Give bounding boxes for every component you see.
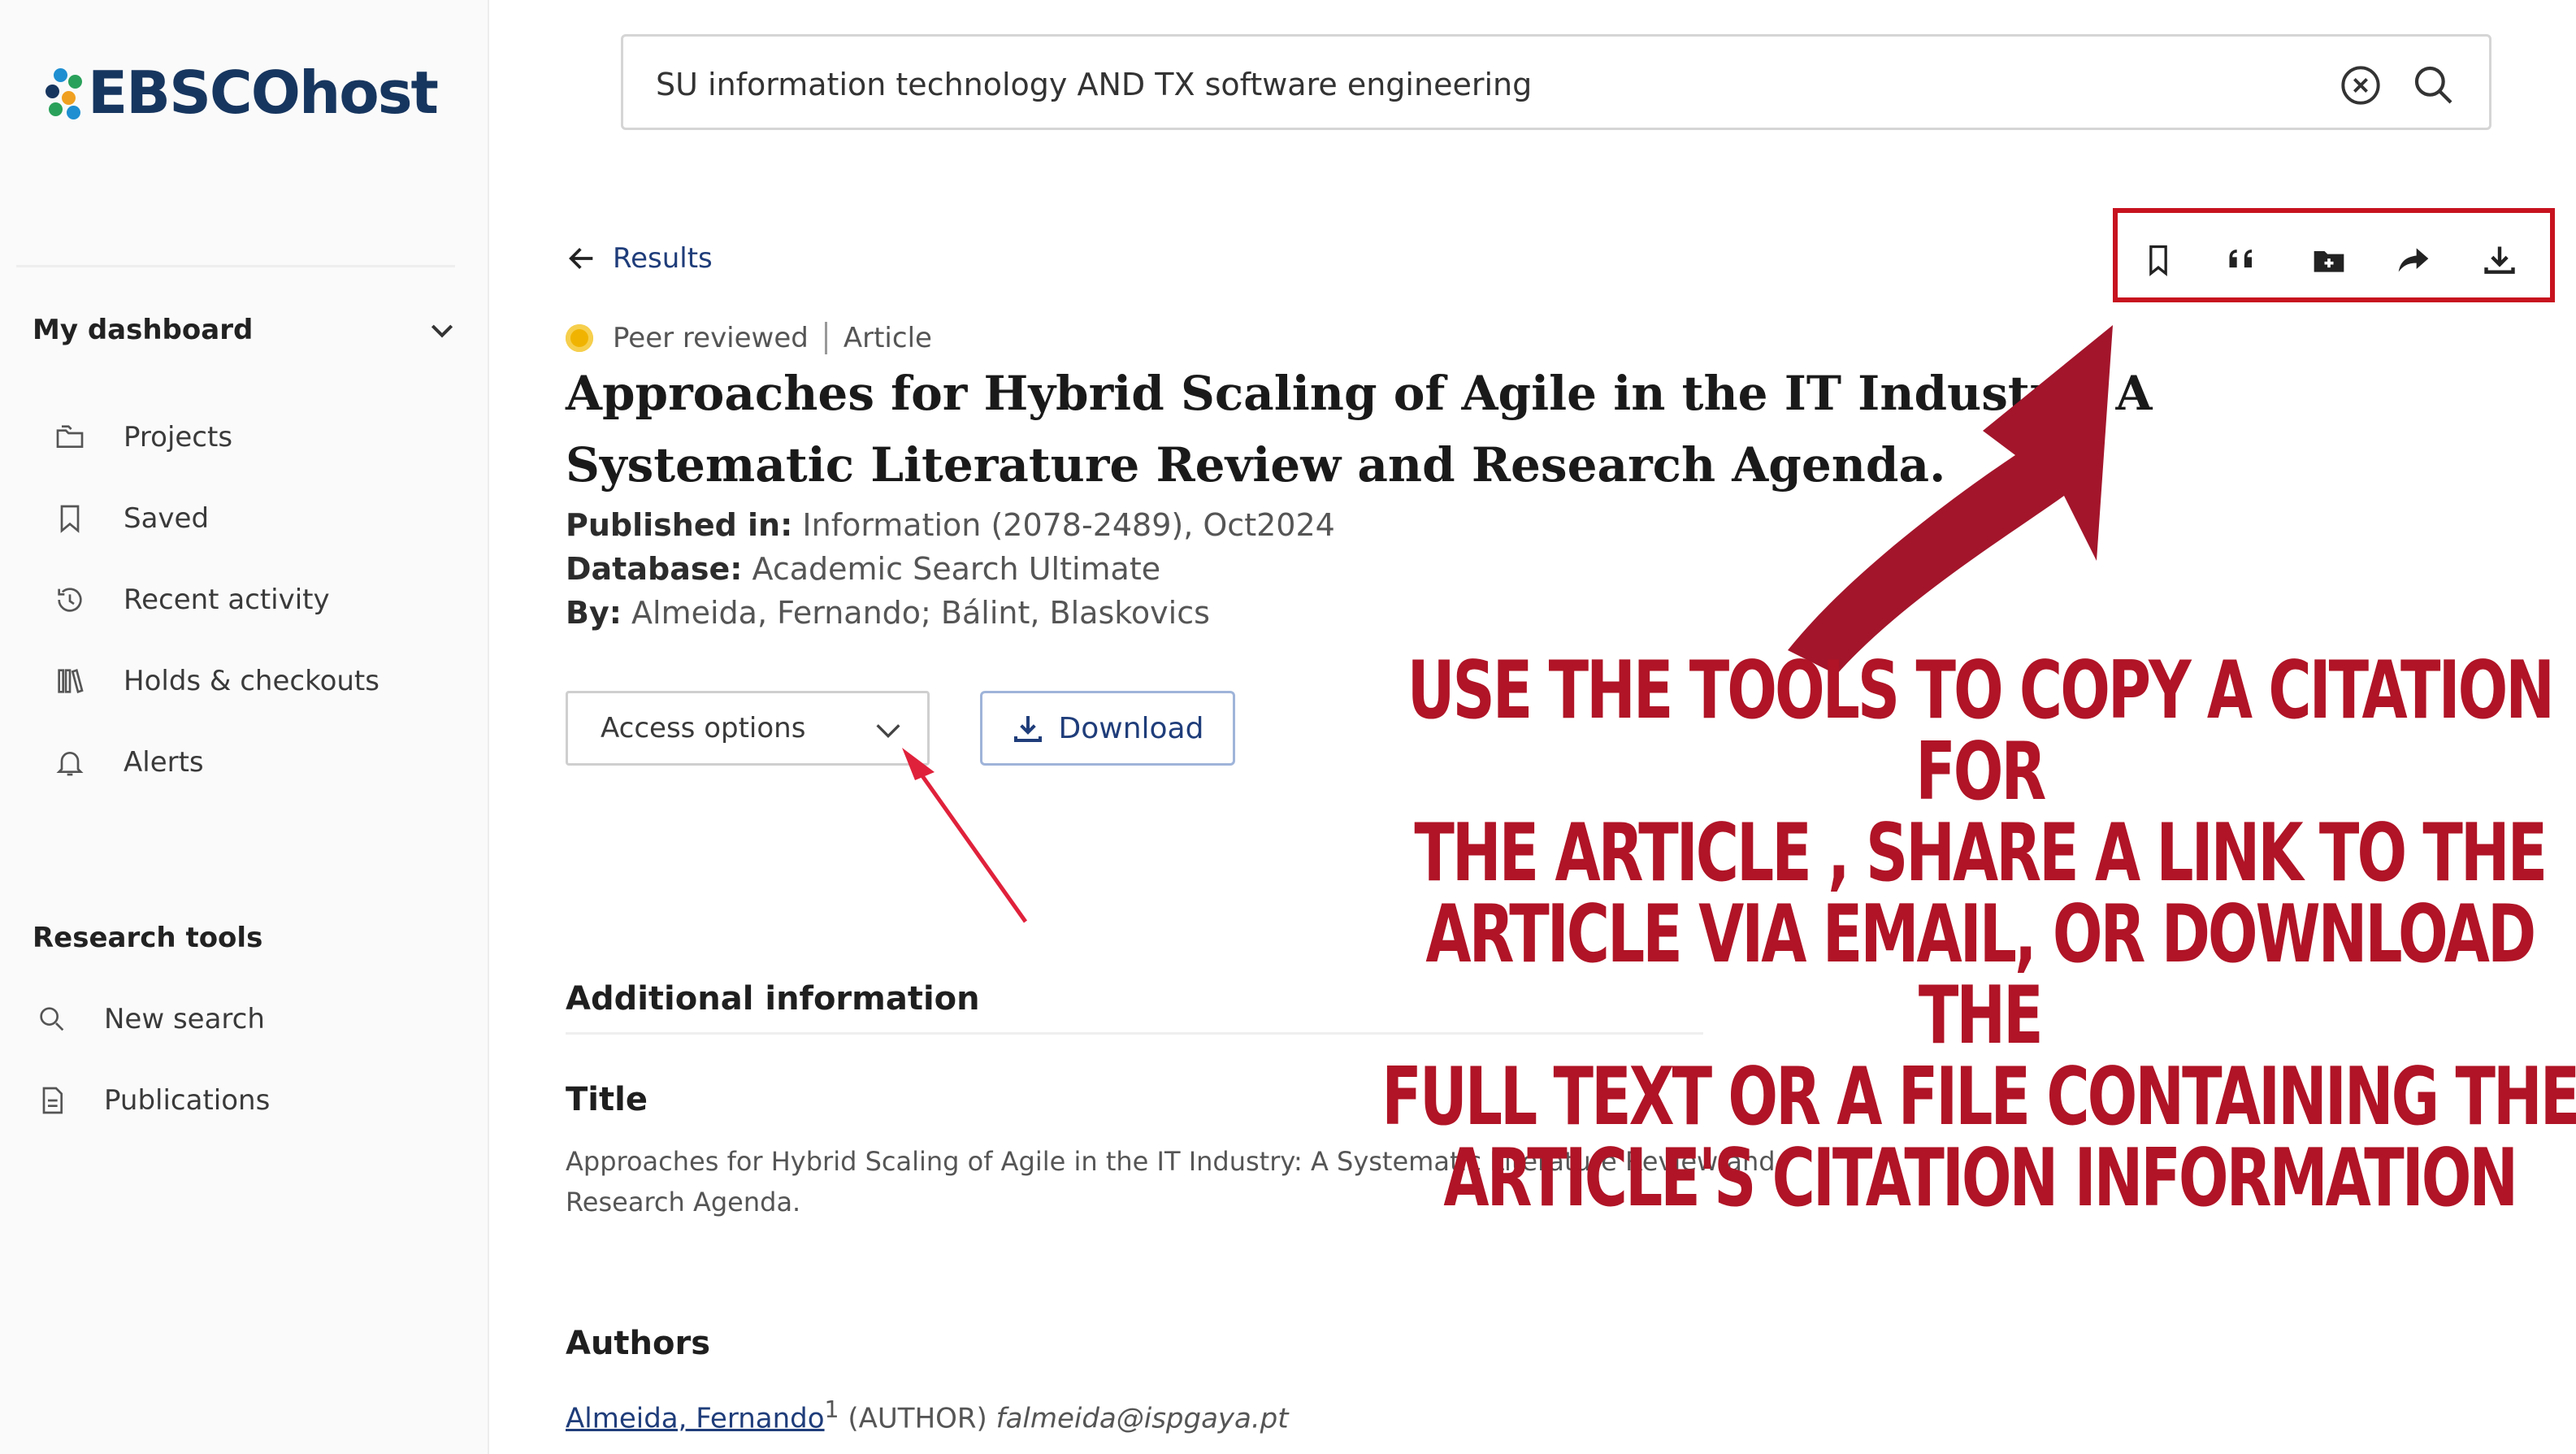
big-curved-arrow-icon [1788,325,2113,675]
tools-annotation: USE THE TOOLS TO COPY A CITATION FOR THE… [1381,645,2576,1225]
small-thin-arrow-icon [913,764,1028,923]
small-arrow-head-icon [902,748,935,780]
